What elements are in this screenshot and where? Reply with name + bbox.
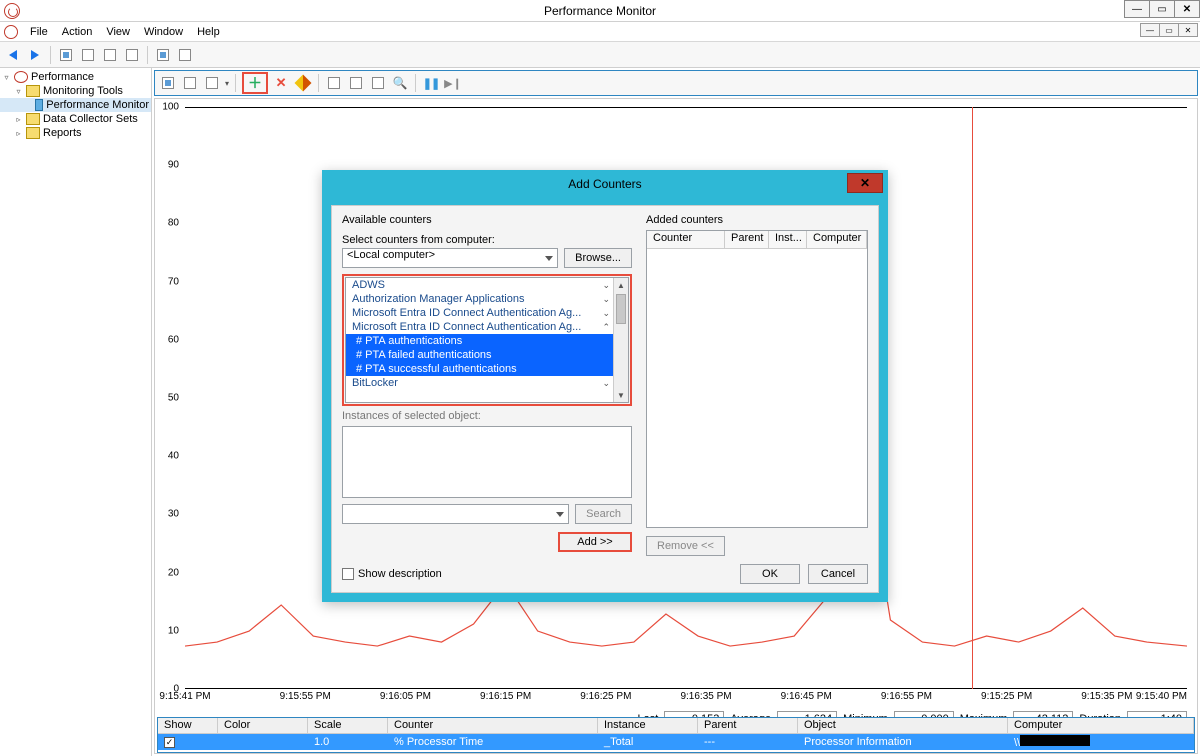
forward-button[interactable] bbox=[26, 46, 44, 64]
scroll-down-icon[interactable]: ▼ bbox=[614, 388, 628, 402]
pencil-icon bbox=[295, 75, 312, 92]
legend-table[interactable]: Show Color Scale Counter Instance Parent… bbox=[157, 717, 1195, 753]
highlight-button[interactable] bbox=[294, 74, 312, 92]
tree-label: Performance Monitor bbox=[46, 99, 149, 111]
window-controls: — ▭ ✕ bbox=[1125, 0, 1200, 18]
instances-label: Instances of selected object: bbox=[342, 410, 632, 422]
mdi-minimize-button[interactable]: — bbox=[1140, 23, 1160, 37]
dialog-title: Add Counters bbox=[568, 177, 641, 191]
chart-toolbar: ▾ ＋ ✕ 🔍 ❚❚ ▶❙ bbox=[154, 70, 1198, 96]
delete-icon: ✕ bbox=[276, 75, 287, 91]
minimize-button[interactable]: — bbox=[1124, 0, 1150, 18]
ok-button[interactable]: OK bbox=[740, 564, 800, 584]
instance-search-combo[interactable] bbox=[342, 504, 569, 524]
tree-performance-monitor[interactable]: Performance Monitor bbox=[0, 98, 151, 112]
counter-list-highlight: ADWS⌄ Authorization Manager Applications… bbox=[342, 274, 632, 406]
x-axis: 9:15:41 PM 9:15:55 PM 9:16:05 PM 9:16:15… bbox=[185, 691, 1187, 705]
add-counter-button[interactable]: ＋ bbox=[242, 72, 268, 94]
add-counters-dialog: Add Counters ✕ Available counters Select… bbox=[322, 170, 888, 602]
instances-list[interactable] bbox=[342, 426, 632, 498]
menu-action[interactable]: Action bbox=[56, 24, 99, 40]
menu-view[interactable]: View bbox=[100, 24, 136, 40]
browse-button[interactable]: Browse... bbox=[564, 248, 632, 268]
menu-help[interactable]: Help bbox=[191, 24, 226, 40]
redacted-computer-name bbox=[1020, 735, 1090, 746]
select-computer-label: Select counters from computer: bbox=[342, 234, 632, 246]
menubar: File Action View Window Help — ▭ ✕ bbox=[0, 22, 1200, 42]
view-report-button[interactable] bbox=[203, 74, 221, 92]
perfmon-icon bbox=[4, 25, 18, 39]
back-button[interactable] bbox=[4, 46, 22, 64]
available-counters-label: Available counters bbox=[342, 214, 632, 226]
tree-root-performance[interactable]: ▿ Performance bbox=[0, 70, 151, 84]
properties-chart-button[interactable] bbox=[369, 74, 387, 92]
pause-icon: ❚❚ bbox=[423, 77, 439, 90]
counter-subitem[interactable]: # PTA failed authentications bbox=[346, 348, 628, 362]
maximize-button[interactable]: ▭ bbox=[1149, 0, 1175, 18]
counter-list[interactable]: ADWS⌄ Authorization Manager Applications… bbox=[345, 277, 629, 403]
menu-window[interactable]: Window bbox=[138, 24, 189, 40]
copy-button[interactable] bbox=[325, 74, 343, 92]
added-counters-table[interactable]: Counter Parent Inst... Computer bbox=[646, 230, 868, 528]
add-button[interactable]: Add >> bbox=[558, 532, 632, 552]
magnifier-icon: 🔍 bbox=[393, 76, 408, 90]
cancel-button[interactable]: Cancel bbox=[808, 564, 868, 584]
delete-counter-button[interactable]: ✕ bbox=[272, 74, 290, 92]
search-button[interactable]: Search bbox=[575, 504, 632, 524]
freeze-button[interactable]: ❚❚ bbox=[422, 74, 440, 92]
added-counters-header: Counter Parent Inst... Computer bbox=[647, 231, 867, 249]
navigation-tree[interactable]: ▿ Performance ▿ Monitoring Tools Perform… bbox=[0, 68, 152, 756]
counter-item[interactable]: BitLocker⌄ bbox=[346, 376, 628, 390]
help-toolbar-button[interactable] bbox=[176, 46, 194, 64]
tree-label: Data Collector Sets bbox=[43, 113, 138, 125]
update-button[interactable]: ▶❙ bbox=[444, 74, 462, 92]
mdi-restore-button[interactable]: ▭ bbox=[1159, 23, 1179, 37]
counter-subitem[interactable]: # PTA authentications bbox=[346, 334, 628, 348]
mdi-close-button[interactable]: ✕ bbox=[1178, 23, 1198, 37]
tree-monitoring-tools[interactable]: ▿ Monitoring Tools bbox=[0, 84, 151, 98]
tree-label: Performance bbox=[31, 71, 94, 83]
window-title: Performance Monitor bbox=[0, 4, 1200, 18]
counter-item-expanded[interactable]: Microsoft Entra ID Connect Authenticatio… bbox=[346, 320, 628, 334]
counter-subitem[interactable]: # PTA successful authentications bbox=[346, 362, 628, 376]
main-toolbar bbox=[0, 42, 1200, 68]
legend-header: Show Color Scale Counter Instance Parent… bbox=[158, 718, 1194, 734]
print-button[interactable] bbox=[123, 46, 141, 64]
counter-item[interactable]: Authorization Manager Applications⌄ bbox=[346, 292, 628, 306]
refresh-button[interactable] bbox=[154, 46, 172, 64]
view-chart-button[interactable] bbox=[159, 74, 177, 92]
step-icon: ▶❙ bbox=[444, 77, 462, 90]
legend-row[interactable]: ✓ 1.0 % Processor Time _Total --- Proces… bbox=[158, 734, 1194, 750]
tree-label: Reports bbox=[43, 127, 82, 139]
dialog-close-button[interactable]: ✕ bbox=[847, 173, 883, 193]
show-description-checkbox[interactable]: Show description bbox=[342, 568, 442, 580]
properties-button[interactable] bbox=[79, 46, 97, 64]
legend-show-checkbox[interactable]: ✓ bbox=[164, 737, 175, 748]
counter-list-scrollbar[interactable]: ▲ ▼ bbox=[613, 278, 628, 402]
close-button[interactable]: ✕ bbox=[1174, 0, 1200, 18]
plus-icon: ＋ bbox=[248, 76, 262, 90]
tree-reports[interactable]: ▹ Reports bbox=[0, 126, 151, 140]
export-button[interactable] bbox=[101, 46, 119, 64]
menu-file[interactable]: File bbox=[24, 24, 54, 40]
titlebar: Performance Monitor — ▭ ✕ bbox=[0, 0, 1200, 22]
counter-item[interactable]: Microsoft Entra ID Connect Authenticatio… bbox=[346, 306, 628, 320]
computer-combo[interactable]: <Local computer> bbox=[342, 248, 558, 268]
show-hide-tree-button[interactable] bbox=[57, 46, 75, 64]
counter-item[interactable]: ADWS⌄ bbox=[346, 278, 628, 292]
scroll-thumb[interactable] bbox=[616, 294, 626, 324]
paste-button[interactable] bbox=[347, 74, 365, 92]
view-histogram-button[interactable] bbox=[181, 74, 199, 92]
zoom-button[interactable]: 🔍 bbox=[391, 74, 409, 92]
added-counters-label: Added counters bbox=[646, 214, 868, 226]
y-axis: 100 90 80 70 60 50 40 30 20 10 0 bbox=[155, 107, 183, 689]
tree-data-collector-sets[interactable]: ▹ Data Collector Sets bbox=[0, 112, 151, 126]
mdi-controls: — ▭ ✕ bbox=[1141, 23, 1198, 37]
scroll-up-icon[interactable]: ▲ bbox=[614, 278, 628, 292]
remove-button[interactable]: Remove << bbox=[646, 536, 725, 556]
dialog-titlebar[interactable]: Add Counters ✕ bbox=[323, 171, 887, 197]
tree-label: Monitoring Tools bbox=[43, 85, 123, 97]
